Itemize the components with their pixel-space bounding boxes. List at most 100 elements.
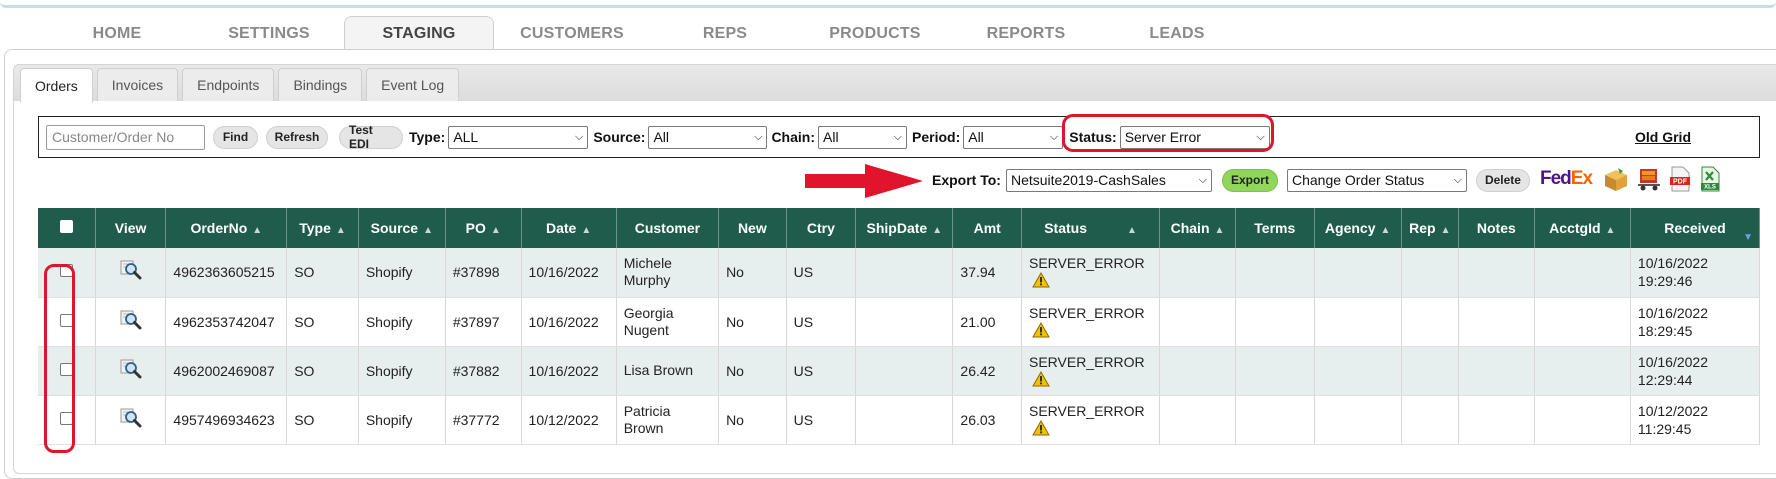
xls-icon[interactable]: XLS	[1698, 166, 1722, 192]
cell-po: #37882	[445, 346, 522, 396]
view-cell	[95, 395, 167, 445]
column-header-date[interactable]: Date ▲	[521, 208, 617, 248]
column-header-rep[interactable]: Rep ▲	[1401, 208, 1459, 248]
export-target-select[interactable]: Netsuite2019-CashSales ⌵	[1005, 168, 1212, 192]
select-all-header[interactable]	[38, 208, 96, 248]
box-icon[interactable]	[1602, 166, 1630, 192]
table-row[interactable]: 4962353742047 SO Shopify #37897 10/16/2022 Ge…	[38, 297, 1761, 347]
column-header-status[interactable]: Status ▲	[1021, 208, 1161, 248]
find-button[interactable]: Find	[213, 125, 258, 149]
column-header-agency[interactable]: Agency ▲	[1314, 208, 1402, 248]
nav-staging[interactable]: STAGING	[344, 16, 494, 50]
cell-source: Shopify	[358, 297, 446, 347]
sort-icon: ▲	[335, 225, 346, 236]
export-target-value: Netsuite2019-CashSales	[1010, 172, 1166, 188]
search-input[interactable]: Customer/Order No	[46, 124, 205, 150]
column-header-chain[interactable]: Chain ▲	[1159, 208, 1236, 248]
cell-agency	[1314, 297, 1402, 347]
sort-icon: ▲	[932, 225, 943, 236]
amt-value: 21.00	[960, 313, 996, 330]
table-row[interactable]: 4957496934623 SO Shopify #37772 10/12/2022 Pa…	[38, 395, 1761, 445]
type-select[interactable]: ALL ⌵	[448, 125, 589, 149]
cell-status: SERVER_ERROR	[1021, 297, 1161, 347]
cart-icon[interactable]	[1636, 166, 1662, 192]
pdf-icon[interactable]: PDF	[1668, 166, 1692, 192]
chain-select-value: All	[823, 129, 839, 145]
column-header-terms: Terms	[1235, 208, 1315, 248]
column-header-acctgid[interactable]: AcctgId ▲	[1534, 208, 1631, 248]
column-header-customer[interactable]: Customer	[616, 208, 720, 248]
tab-event-log[interactable]: Event Log	[366, 68, 460, 101]
column-header-po[interactable]: PO ▲	[445, 208, 522, 248]
column-header-received[interactable]: Received ▼	[1630, 208, 1761, 248]
tab-bindings[interactable]: Bindings	[278, 68, 363, 101]
column-header-type[interactable]: Type ▲	[286, 208, 359, 248]
cell-order-no: 4962353742047	[165, 297, 288, 347]
cell-customer: Michele Murphy	[616, 248, 720, 298]
nav-settings[interactable]: SETTINGS	[194, 17, 344, 50]
cell-customer: Lisa Brown	[616, 346, 720, 396]
tab-endpoints[interactable]: Endpoints	[182, 68, 275, 101]
source-select[interactable]: All ⌵	[648, 125, 768, 149]
table-row[interactable]: 4962002469087 SO Shopify #37882 10/16/2022 Li…	[38, 346, 1761, 396]
fedex-logo-icon[interactable]: FedEx	[1540, 168, 1593, 190]
old-grid-link[interactable]: Old Grid	[1635, 129, 1691, 145]
magnifier-icon[interactable]	[120, 260, 142, 280]
chain-select[interactable]: All ⌵	[818, 125, 907, 149]
column-header-ctry: Ctry	[786, 208, 857, 248]
orders-grid: View OrderNo ▲︎ Type ▲ Source ▲ PO ▲ Date ▲ C…	[38, 208, 1761, 445]
export-button[interactable]: Export	[1221, 168, 1278, 192]
customer-value: Michele Murphy	[623, 255, 672, 289]
tab-invoices[interactable]: Invoices	[96, 68, 179, 101]
received-value: 10/16/2022 19:29:46	[1637, 255, 1708, 290]
delete-button[interactable]: Delete	[1475, 168, 1530, 192]
cell-customer: Patricia Brown	[616, 395, 720, 445]
cell-agency	[1314, 395, 1402, 445]
cell-acctg-id	[1534, 297, 1631, 347]
order-no-value: 4962353742047	[173, 313, 275, 330]
nav-reps[interactable]: REPS	[650, 17, 800, 50]
cell-notes	[1458, 395, 1535, 445]
chevron-down-icon: ⌵	[893, 130, 902, 143]
cell-terms	[1235, 395, 1315, 445]
magnifier-icon[interactable]	[120, 408, 142, 428]
cell-chain	[1159, 395, 1236, 445]
cell-amt: 26.03	[952, 395, 1022, 445]
column-header-orderno[interactable]: OrderNo ▲︎	[165, 208, 288, 248]
customer-value: Georgia Nugent	[623, 304, 674, 338]
amt-value: 37.94	[960, 264, 996, 281]
tab-orders[interactable]: Orders	[20, 68, 93, 103]
change-status-select[interactable]: Change Order Status ⌵	[1286, 168, 1467, 192]
nav-home[interactable]: HOME	[40, 17, 194, 50]
customer-value: Patricia Brown	[623, 402, 671, 436]
cell-date: 10/16/2022	[521, 297, 617, 347]
magnifier-icon[interactable]	[120, 359, 142, 379]
nav-customers[interactable]: CUSTOMERS	[494, 17, 650, 50]
cell-agency	[1314, 346, 1402, 396]
column-header-shipdate[interactable]: ShipDate ▲	[855, 208, 954, 248]
change-status-value: Change Order Status	[1291, 172, 1425, 188]
ctry-value: US	[793, 411, 814, 428]
filter-bar: Customer/Order No Find Refresh Test EDI …	[38, 116, 1760, 158]
view-cell	[95, 346, 167, 396]
select-all-checkbox[interactable]	[59, 220, 73, 233]
refresh-button[interactable]: Refresh	[266, 125, 328, 149]
nav-reports[interactable]: REPORTS	[950, 17, 1102, 50]
period-select[interactable]: All ⌵	[963, 125, 1064, 149]
magnifier-icon[interactable]	[120, 310, 142, 330]
table-row[interactable]: 4962363605215 SO Shopify #37898 10/16/2022 Mi…	[38, 248, 1761, 298]
cell-acctg-id	[1534, 395, 1631, 445]
type-select-value: ALL	[453, 129, 479, 145]
nav-products[interactable]: PRODUCTS	[800, 17, 950, 50]
source-value: Shopify	[365, 411, 413, 428]
po-value: #37897	[452, 313, 500, 330]
export-label: Export To:	[932, 172, 1001, 188]
column-header-source[interactable]: Source ▲	[358, 208, 446, 248]
cell-date: 10/12/2022	[521, 395, 617, 445]
sort-icon: ▲	[1440, 225, 1451, 236]
nav-leads[interactable]: LEADS	[1102, 17, 1252, 50]
sort-icon: ▲︎	[252, 225, 263, 236]
period-select-value: All	[968, 129, 984, 145]
test-edi-button[interactable]: Test EDI	[339, 123, 403, 151]
cell-ctry: US	[786, 346, 857, 396]
